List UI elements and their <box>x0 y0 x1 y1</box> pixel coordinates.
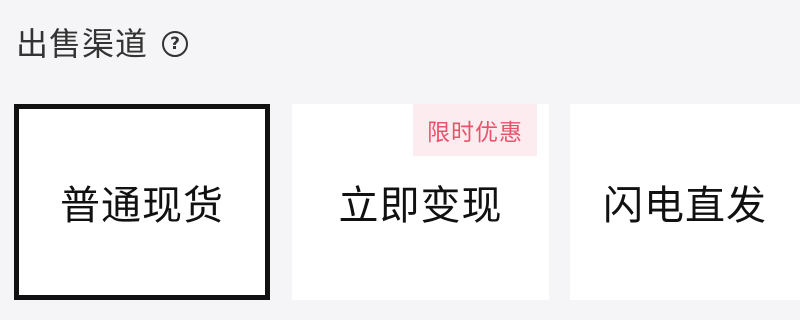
channel-option-flash-delivery[interactable]: 闪电直发 <box>570 104 800 300</box>
channel-option-regular-spot[interactable]: 普通现货 <box>14 104 270 300</box>
limited-offer-badge: 限时优惠 <box>413 104 537 156</box>
channel-option-instant-cash[interactable]: 限时优惠 立即变现 <box>292 104 549 300</box>
sales-channel-header: 出售渠道 ? <box>16 22 189 66</box>
sales-channel-title: 出售渠道 <box>16 25 149 63</box>
channel-option-label: 立即变现 <box>338 183 503 229</box>
channel-option-label: 闪电直发 <box>603 183 767 229</box>
sales-channel-section: 出售渠道 ? 普通现货 限时优惠 立即变现 闪电直发 <box>0 0 800 320</box>
channel-option-label: 普通现货 <box>60 183 224 229</box>
help-icon[interactable]: ? <box>162 31 189 57</box>
channel-options: 普通现货 限时优惠 立即变现 闪电直发 <box>0 104 800 300</box>
